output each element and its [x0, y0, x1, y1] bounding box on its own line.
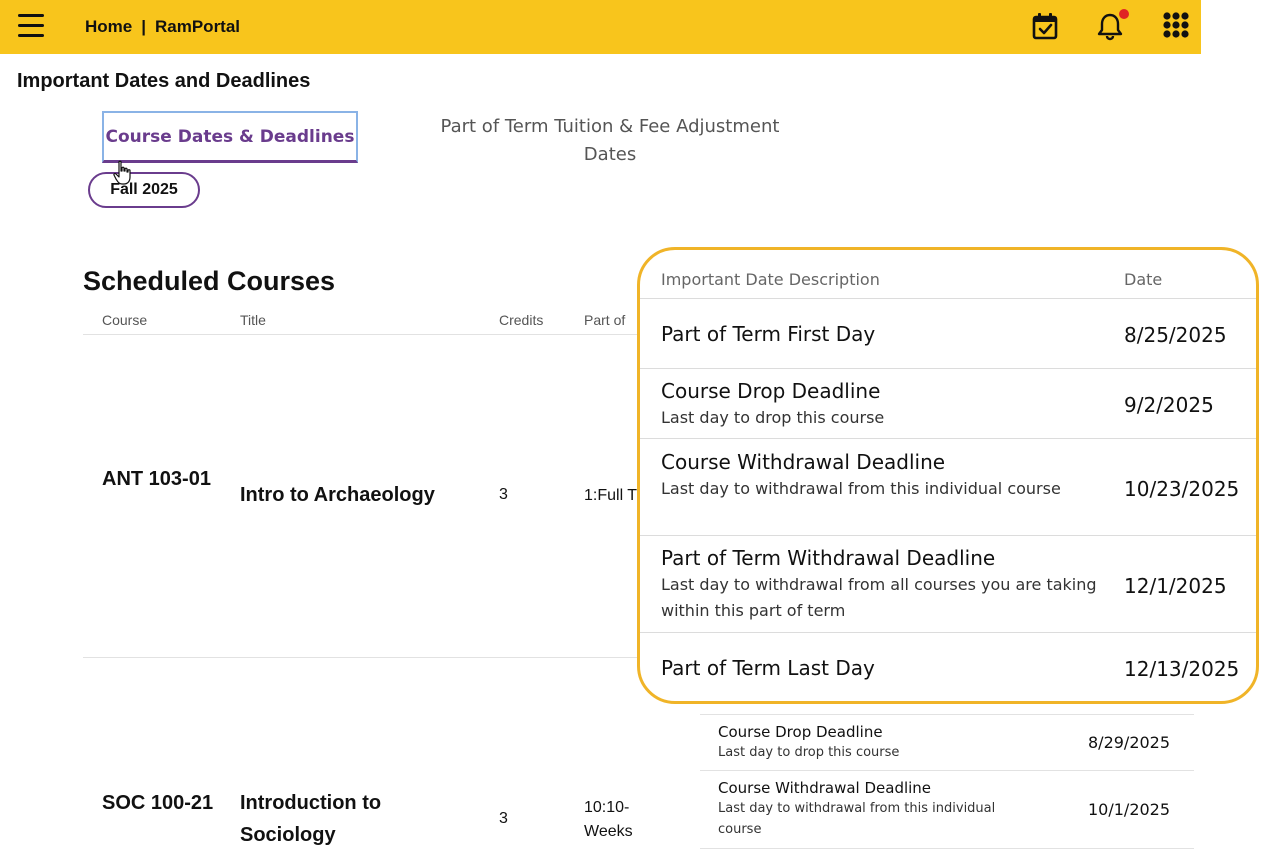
- date-title: Course Withdrawal Deadline: [718, 779, 932, 797]
- divider: [640, 535, 1256, 536]
- popup-row-title: Course Drop Deadline: [661, 379, 881, 403]
- list-item: Course Withdrawal Deadline Last day to w…: [700, 776, 1194, 848]
- breadcrumb: Home | RamPortal: [85, 17, 240, 37]
- course-title: Introduction to Sociology: [240, 792, 382, 846]
- popup-row-date: 10/23/2025: [1124, 477, 1240, 501]
- date-title: Course Drop Deadline: [718, 723, 883, 741]
- important-dates-popup: Important Date Description Date Part of …: [637, 247, 1259, 704]
- popup-row-title: Part of Term First Day: [661, 322, 876, 346]
- apps-grid-icon[interactable]: [1162, 11, 1192, 41]
- popup-row-date: 9/2/2025: [1124, 393, 1214, 417]
- divider: [700, 848, 1194, 849]
- popup-row-date: 12/1/2025: [1124, 574, 1227, 598]
- divider: [640, 298, 1256, 299]
- date-note: Last day to drop this course: [718, 745, 900, 760]
- breadcrumb-home-link[interactable]: Home: [85, 17, 132, 37]
- popup-row-title: Course Withdrawal Deadline: [661, 450, 946, 474]
- term-selector[interactable]: Fall 2025: [88, 172, 200, 208]
- course-part-of-term: 1:Full T: [584, 487, 638, 504]
- tab-tuition-fee-dates[interactable]: Part of Term Tuition & Fee Adjustment Da…: [412, 113, 808, 169]
- scheduled-courses-title: Scheduled Courses: [83, 266, 336, 296]
- column-header-credits: Credits: [499, 312, 544, 328]
- hand-cursor-icon: [112, 160, 134, 186]
- top-bar: Home | RamPortal: [0, 0, 1201, 54]
- divider: [640, 368, 1256, 369]
- breadcrumb-portal-link[interactable]: RamPortal: [155, 17, 240, 37]
- menu-icon[interactable]: [18, 14, 44, 38]
- calendar-check-icon[interactable]: [1031, 11, 1061, 41]
- divider: [83, 657, 643, 658]
- popup-row-date: 12/13/2025: [1124, 657, 1240, 681]
- popup-row-title: Part of Term Last Day: [661, 656, 875, 680]
- course-code[interactable]: ANT 103-01: [102, 463, 222, 495]
- popup-header-description: Important Date Description: [661, 270, 880, 289]
- popup-row-note: Last day to withdrawal from all courses …: [661, 575, 1097, 620]
- popup-row-date: 8/25/2025: [1124, 323, 1227, 347]
- course-title: Intro to Archaeology: [240, 484, 435, 506]
- popup-row-note: Last day to withdrawal from this individ…: [661, 479, 1061, 498]
- course-credits: 3: [499, 810, 508, 827]
- list-item: Course Drop Deadline Last day to drop th…: [700, 720, 1194, 770]
- popup-header-date: Date: [1124, 270, 1163, 289]
- course-code[interactable]: SOC 100-21: [102, 787, 222, 819]
- popup-row-title: Part of Term Withdrawal Deadline: [661, 546, 996, 570]
- course-credits: 3: [499, 486, 508, 503]
- page-title: Important Dates and Deadlines: [17, 70, 311, 92]
- divider: [700, 714, 1194, 715]
- column-header-course: Course: [102, 312, 148, 328]
- date-note: Last day to withdrawal from this individ…: [718, 801, 996, 837]
- tab-course-dates[interactable]: Course Dates & Deadlines: [102, 111, 358, 163]
- date-value: 10/1/2025: [1088, 800, 1171, 819]
- divider: [700, 770, 1194, 771]
- column-header-part-of-term: Part of: [584, 312, 626, 328]
- notification-badge: [1118, 8, 1130, 20]
- divider: [640, 632, 1256, 633]
- breadcrumb-separator: |: [141, 17, 146, 36]
- popup-row-note: Last day to drop this course: [661, 408, 885, 427]
- divider: [640, 438, 1256, 439]
- divider: [83, 334, 643, 335]
- bell-icon[interactable]: [1096, 8, 1130, 41]
- date-value: 8/29/2025: [1088, 733, 1171, 752]
- course-part-of-term: 10:10-Weeks: [584, 799, 633, 840]
- column-header-title: Title: [240, 312, 266, 328]
